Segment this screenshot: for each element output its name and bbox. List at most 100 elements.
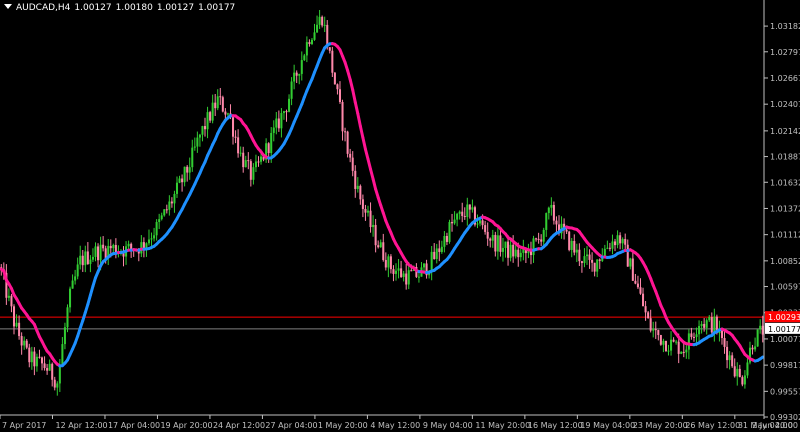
bid-price-label: 1.00177 bbox=[768, 325, 800, 334]
candle-body bbox=[736, 368, 739, 377]
candle-body bbox=[664, 340, 667, 352]
candle-body bbox=[366, 210, 370, 213]
price-tick-label: 1.00597 bbox=[770, 283, 800, 292]
candle-body bbox=[489, 238, 492, 241]
candle-body bbox=[698, 326, 701, 335]
candle-body bbox=[305, 42, 308, 56]
candle-body bbox=[496, 235, 499, 252]
candle-body bbox=[168, 201, 171, 210]
candle-body bbox=[35, 356, 38, 367]
candle-body bbox=[703, 323, 706, 328]
candle-body bbox=[448, 222, 451, 242]
moving-average-segment bbox=[358, 124, 365, 140]
moving-average-segment bbox=[369, 167, 375, 181]
candle-body bbox=[282, 111, 285, 114]
candle-body bbox=[364, 208, 367, 213]
candle-body bbox=[183, 166, 186, 183]
candle-body bbox=[667, 350, 670, 352]
candle-body bbox=[728, 355, 731, 361]
candlestick-chart[interactable]: 1.03182 1.02797 1.02667 1.02407 1.02142 1.018… bbox=[0, 0, 800, 432]
candle-body bbox=[433, 251, 436, 260]
candle-body bbox=[545, 213, 548, 230]
candle-body bbox=[512, 244, 515, 257]
candle-body bbox=[588, 254, 591, 260]
candle-body bbox=[298, 73, 301, 76]
candle-body bbox=[713, 316, 716, 333]
candle-body bbox=[254, 161, 257, 168]
candle-body bbox=[81, 255, 84, 266]
candle-body bbox=[203, 126, 207, 130]
candle-body bbox=[18, 322, 21, 337]
candle-body bbox=[647, 312, 650, 319]
candle-body bbox=[344, 131, 347, 133]
candle-body bbox=[726, 346, 729, 361]
time-tick-label: 12 Apr 12:00 bbox=[55, 421, 107, 430]
candle-body bbox=[48, 363, 51, 371]
candle-body bbox=[41, 357, 44, 364]
candle-body bbox=[277, 118, 280, 129]
candle-body bbox=[642, 293, 645, 307]
candle-body bbox=[239, 152, 242, 154]
candle-body bbox=[471, 207, 474, 210]
candle-body bbox=[377, 245, 380, 248]
candle-body bbox=[573, 240, 576, 253]
candle-body bbox=[481, 220, 484, 226]
candle-body bbox=[310, 39, 313, 45]
candle-body bbox=[570, 240, 573, 250]
candle-body bbox=[351, 157, 354, 171]
candle-body bbox=[568, 231, 571, 250]
candle-body bbox=[12, 306, 16, 327]
candle-body bbox=[25, 340, 28, 348]
candle-body bbox=[252, 167, 255, 180]
candle-body bbox=[38, 356, 41, 358]
candle-body bbox=[23, 340, 26, 346]
candle-body bbox=[680, 351, 683, 354]
candle-body bbox=[575, 249, 578, 253]
candle-body bbox=[629, 258, 632, 267]
price-tick-label: 1.01372 bbox=[770, 204, 800, 213]
candle-body bbox=[272, 127, 275, 133]
candle-body bbox=[313, 32, 316, 40]
moving-average-segment bbox=[351, 88, 357, 104]
candle-body bbox=[308, 42, 311, 45]
moving-average-segment bbox=[363, 147, 370, 161]
candle-body bbox=[374, 224, 377, 246]
candle-body bbox=[91, 256, 94, 260]
candle-body bbox=[323, 24, 326, 26]
candle-body bbox=[741, 377, 744, 385]
candle-body bbox=[193, 146, 196, 148]
price-tick-label: 1.00852 bbox=[770, 257, 800, 266]
candle-body bbox=[636, 283, 639, 288]
price-tick-label: 1.02797 bbox=[770, 48, 800, 57]
candle-body bbox=[639, 287, 642, 294]
candle-body bbox=[150, 238, 153, 240]
price-tick-label: 1.03182 bbox=[770, 22, 800, 31]
candle-body bbox=[754, 346, 757, 350]
candle-body bbox=[56, 383, 59, 388]
candle-body bbox=[466, 204, 469, 218]
candle-body bbox=[708, 317, 711, 321]
candle-body bbox=[451, 222, 454, 224]
time-tick-label: 9 May 04:00 bbox=[423, 421, 473, 430]
candle-body bbox=[672, 339, 675, 342]
time-tick-label: 11 May 20:00 bbox=[475, 421, 530, 430]
candle-body bbox=[249, 161, 252, 180]
candle-body bbox=[501, 247, 504, 252]
candle-body bbox=[624, 238, 627, 245]
candle-body bbox=[303, 55, 306, 61]
candle-body bbox=[76, 264, 79, 277]
moving-average-segment bbox=[353, 100, 360, 116]
time-tick-label: 7 Apr 2017 bbox=[2, 421, 46, 430]
candle-body bbox=[537, 238, 540, 240]
candle-body bbox=[507, 241, 510, 258]
candle-body bbox=[659, 335, 662, 345]
time-tick-label: 16 May 12:00 bbox=[528, 421, 583, 430]
candle-body bbox=[33, 351, 36, 367]
candle-body bbox=[675, 341, 678, 343]
candle-body bbox=[331, 50, 334, 73]
candle-body bbox=[69, 288, 72, 308]
candle-body bbox=[354, 170, 357, 189]
candle-body bbox=[127, 243, 130, 247]
candle-body bbox=[160, 215, 163, 220]
candle-body bbox=[608, 247, 611, 249]
